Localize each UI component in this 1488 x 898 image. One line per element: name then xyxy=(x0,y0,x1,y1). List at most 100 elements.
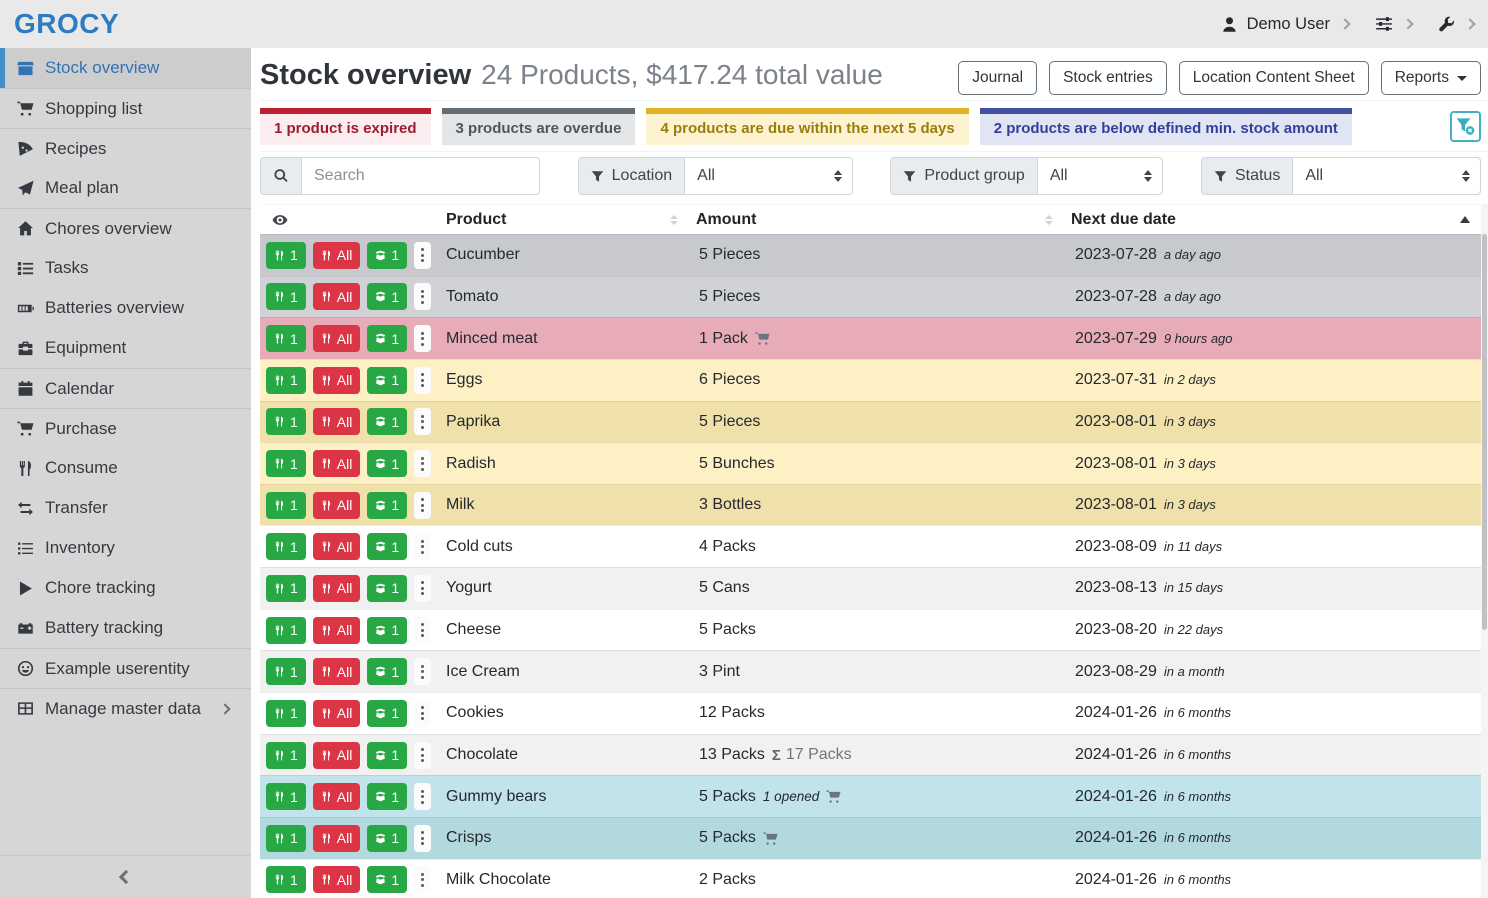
consume-one-button[interactable]: 1 xyxy=(266,783,306,810)
sidebar-item-battery-tracking[interactable]: Battery tracking xyxy=(0,608,251,648)
row-menu-button[interactable] xyxy=(414,408,431,435)
sidebar-item-stock-overview[interactable]: Stock overview xyxy=(0,48,251,88)
open-one-button[interactable]: 1 xyxy=(367,450,407,477)
consume-all-button[interactable]: All xyxy=(313,825,361,852)
consume-all-button[interactable]: All xyxy=(313,367,361,394)
row-menu-button[interactable] xyxy=(414,700,431,727)
sidebar-item-purchase[interactable]: Purchase xyxy=(0,408,251,448)
consume-one-button[interactable]: 1 xyxy=(266,658,306,685)
consume-all-button[interactable]: All xyxy=(313,700,361,727)
row-menu-button[interactable] xyxy=(414,658,431,685)
banner-below-min[interactable]: 2 products are below defined min. stock … xyxy=(980,108,1352,145)
sidebar-item-meal-plan[interactable]: Meal plan xyxy=(0,168,251,208)
open-one-button[interactable]: 1 xyxy=(367,742,407,769)
consume-one-button[interactable]: 1 xyxy=(266,408,306,435)
open-one-button[interactable]: 1 xyxy=(367,242,407,269)
grocy-logo[interactable]: GROCY xyxy=(14,8,119,40)
product-group-select[interactable]: All xyxy=(1038,158,1162,194)
consume-one-button[interactable]: 1 xyxy=(266,866,306,893)
banner-expired[interactable]: 1 product is expired xyxy=(260,108,431,145)
consume-all-button[interactable]: All xyxy=(313,742,361,769)
consume-one-button[interactable]: 1 xyxy=(266,242,306,269)
consume-one-button[interactable]: 1 xyxy=(266,742,306,769)
sidebar-item-shopping-list[interactable]: Shopping list xyxy=(0,88,251,128)
clear-filters-button[interactable] xyxy=(1450,111,1481,142)
user-menu[interactable]: Demo User xyxy=(1221,15,1349,34)
open-one-button[interactable]: 1 xyxy=(367,283,407,310)
consume-all-button[interactable]: All xyxy=(313,617,361,644)
preferences-menu[interactable] xyxy=(1375,15,1412,33)
sidebar-item-tasks[interactable]: Tasks xyxy=(0,248,251,288)
row-menu-button[interactable] xyxy=(414,242,431,269)
consume-one-button[interactable]: 1 xyxy=(266,450,306,477)
consume-all-button[interactable]: All xyxy=(313,408,361,435)
consume-all-button[interactable]: All xyxy=(313,283,361,310)
open-one-button[interactable]: 1 xyxy=(367,866,407,893)
consume-all-button[interactable]: All xyxy=(313,242,361,269)
search-input[interactable] xyxy=(302,158,539,194)
sidebar-item-calendar[interactable]: Calendar xyxy=(0,368,251,408)
open-one-button[interactable]: 1 xyxy=(367,575,407,602)
row-menu-button[interactable] xyxy=(414,533,431,560)
row-menu-button[interactable] xyxy=(414,325,431,352)
row-menu-button[interactable] xyxy=(414,367,431,394)
row-menu-button[interactable] xyxy=(414,450,431,477)
sidebar-item-equipment[interactable]: Equipment xyxy=(0,328,251,368)
row-menu-button[interactable] xyxy=(414,825,431,852)
open-one-button[interactable]: 1 xyxy=(367,700,407,727)
open-one-button[interactable]: 1 xyxy=(367,325,407,352)
column-header-next-due-date[interactable]: Next due date xyxy=(1064,205,1481,234)
sidebar-item-manage-master-data[interactable]: Manage master data xyxy=(0,688,251,728)
banner-due-soon[interactable]: 4 products are due within the next 5 day… xyxy=(646,108,968,145)
banner-overdue[interactable]: 3 products are overdue xyxy=(442,108,636,145)
sidebar-item-chore-tracking[interactable]: Chore tracking xyxy=(0,568,251,608)
sidebar-item-example-userentity[interactable]: Example userentity xyxy=(0,648,251,688)
sidebar-item-consume[interactable]: Consume xyxy=(0,448,251,488)
consume-all-button[interactable]: All xyxy=(313,783,361,810)
row-menu-button[interactable] xyxy=(414,575,431,602)
open-one-button[interactable]: 1 xyxy=(367,783,407,810)
consume-all-button[interactable]: All xyxy=(313,492,361,519)
consume-all-button[interactable]: All xyxy=(313,325,361,352)
open-one-button[interactable]: 1 xyxy=(367,617,407,644)
location-select[interactable]: All xyxy=(685,158,852,194)
scrollbar-thumb[interactable] xyxy=(1482,234,1487,630)
admin-menu[interactable] xyxy=(1438,16,1474,33)
consume-all-button[interactable]: All xyxy=(313,533,361,560)
sidebar-collapse-button[interactable] xyxy=(0,855,251,898)
sidebar-item-chores-overview[interactable]: Chores overview xyxy=(0,208,251,248)
row-menu-button[interactable] xyxy=(414,866,431,893)
open-one-button[interactable]: 1 xyxy=(367,825,407,852)
consume-all-button[interactable]: All xyxy=(313,866,361,893)
row-menu-button[interactable] xyxy=(414,742,431,769)
consume-all-button[interactable]: All xyxy=(313,450,361,477)
location-content-sheet-button[interactable]: Location Content Sheet xyxy=(1179,61,1369,95)
consume-one-button[interactable]: 1 xyxy=(266,575,306,602)
sidebar-item-batteries-overview[interactable]: Batteries overview xyxy=(0,288,251,328)
consume-one-button[interactable]: 1 xyxy=(266,492,306,519)
open-one-button[interactable]: 1 xyxy=(367,658,407,685)
consume-one-button[interactable]: 1 xyxy=(266,700,306,727)
column-header-visibility[interactable] xyxy=(260,205,439,234)
column-header-product[interactable]: Product xyxy=(439,205,689,234)
row-menu-button[interactable] xyxy=(414,283,431,310)
row-menu-button[interactable] xyxy=(414,617,431,644)
consume-one-button[interactable]: 1 xyxy=(266,617,306,644)
consume-all-button[interactable]: All xyxy=(313,658,361,685)
journal-button[interactable]: Journal xyxy=(958,61,1037,95)
column-header-amount[interactable]: Amount xyxy=(689,205,1064,234)
consume-one-button[interactable]: 1 xyxy=(266,367,306,394)
consume-all-button[interactable]: All xyxy=(313,575,361,602)
open-one-button[interactable]: 1 xyxy=(367,492,407,519)
row-menu-button[interactable] xyxy=(414,492,431,519)
consume-one-button[interactable]: 1 xyxy=(266,325,306,352)
row-menu-button[interactable] xyxy=(414,783,431,810)
consume-one-button[interactable]: 1 xyxy=(266,533,306,560)
open-one-button[interactable]: 1 xyxy=(367,533,407,560)
sidebar-item-transfer[interactable]: Transfer xyxy=(0,488,251,528)
sidebar-item-recipes[interactable]: Recipes xyxy=(0,128,251,168)
stock-entries-button[interactable]: Stock entries xyxy=(1049,61,1167,95)
scrollbar[interactable] xyxy=(1481,204,1488,898)
open-one-button[interactable]: 1 xyxy=(367,408,407,435)
open-one-button[interactable]: 1 xyxy=(367,367,407,394)
